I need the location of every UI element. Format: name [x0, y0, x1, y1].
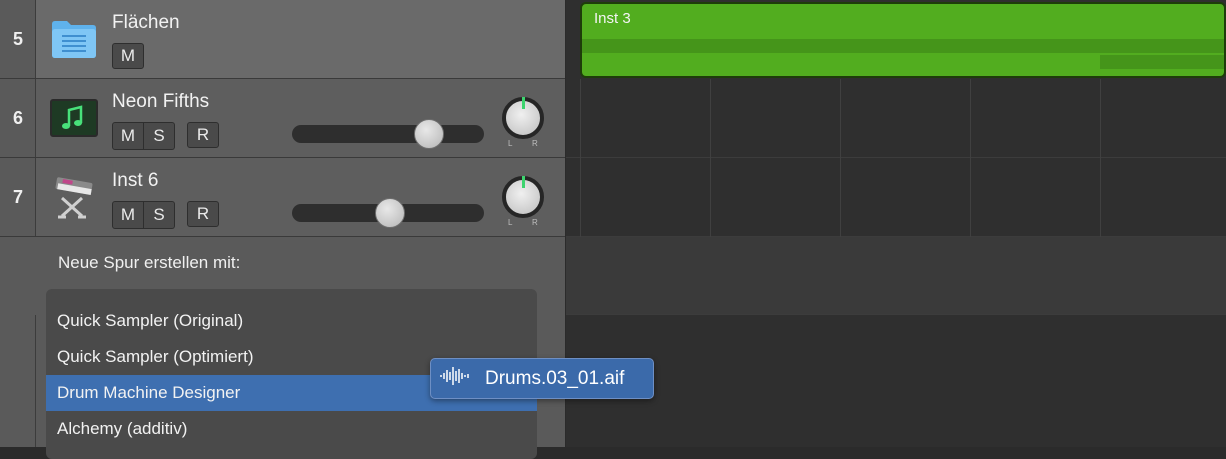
region-note-block	[1100, 55, 1224, 69]
mute-button[interactable]: M	[112, 122, 144, 150]
bar-grid-line	[580, 79, 581, 237]
music-note-icon	[50, 99, 98, 137]
folder-icon	[50, 18, 98, 60]
solo-button[interactable]: S	[144, 122, 175, 150]
drop-zone-row[interactable]	[566, 237, 1226, 314]
row-divider	[566, 157, 1226, 158]
mute-button[interactable]: M	[112, 201, 144, 229]
track-header-neon-fifths[interactable]: Neon Fifths M S R L R	[36, 79, 565, 158]
record-enable-button[interactable]: R	[187, 122, 219, 148]
new-track-panel: Neue Spur erstellen mit: Quick Sampler (…	[36, 237, 565, 459]
bar-grid-line	[840, 79, 841, 237]
pan-indicator	[522, 176, 525, 188]
bar-grid-line	[1100, 79, 1101, 237]
new-track-title: Neue Spur erstellen mit:	[58, 253, 241, 272]
mute-solo-group: M S	[112, 201, 175, 229]
volume-slider[interactable]	[292, 125, 484, 143]
track-number-7: 7	[0, 158, 36, 237]
audio-waveform-icon	[439, 366, 471, 391]
pan-right-label: R	[532, 218, 538, 227]
record-enable-button[interactable]: R	[187, 201, 219, 227]
region-title: Inst 3	[594, 10, 631, 27]
keyboard-instrument-icon	[48, 172, 98, 222]
track-number-empty	[0, 237, 36, 315]
dragged-file-name: Drums.03_01.aif	[485, 367, 625, 389]
bar-grid-line	[970, 79, 971, 237]
row-divider	[566, 236, 1226, 237]
track-header-inst-6[interactable]: Inst 6 M S R L R	[36, 158, 565, 237]
pan-knob[interactable]	[502, 176, 544, 218]
region-inst-3[interactable]: Inst 3	[580, 2, 1226, 78]
bar-grid-line	[710, 79, 711, 237]
mute-button[interactable]: M	[112, 43, 144, 69]
track-name[interactable]: Neon Fifths	[112, 91, 209, 113]
pan-knob[interactable]	[502, 97, 544, 139]
track-name[interactable]: Flächen	[112, 12, 180, 34]
pan-right-label: R	[532, 139, 538, 148]
track-name[interactable]: Inst 6	[112, 170, 158, 192]
row-divider	[566, 314, 1226, 315]
track-number-6: 6	[0, 79, 36, 158]
mute-solo-group: M S	[112, 122, 175, 150]
region-lane	[582, 39, 1224, 53]
pan-left-label: L	[508, 139, 513, 148]
dragged-file-tag[interactable]: Drums.03_01.aif	[430, 358, 654, 399]
volume-slider-knob[interactable]	[414, 119, 444, 149]
track-header-flaechen[interactable]: Flächen M	[36, 0, 565, 79]
list-item[interactable]: Quick Sampler (Original)	[46, 303, 537, 339]
list-item[interactable]: Alchemy (additiv)	[46, 411, 537, 447]
solo-button[interactable]: S	[144, 201, 175, 229]
pan-indicator	[522, 97, 525, 109]
pan-left-label: L	[508, 218, 513, 227]
track-number-5: 5	[0, 0, 36, 79]
volume-slider-knob[interactable]	[375, 198, 405, 228]
